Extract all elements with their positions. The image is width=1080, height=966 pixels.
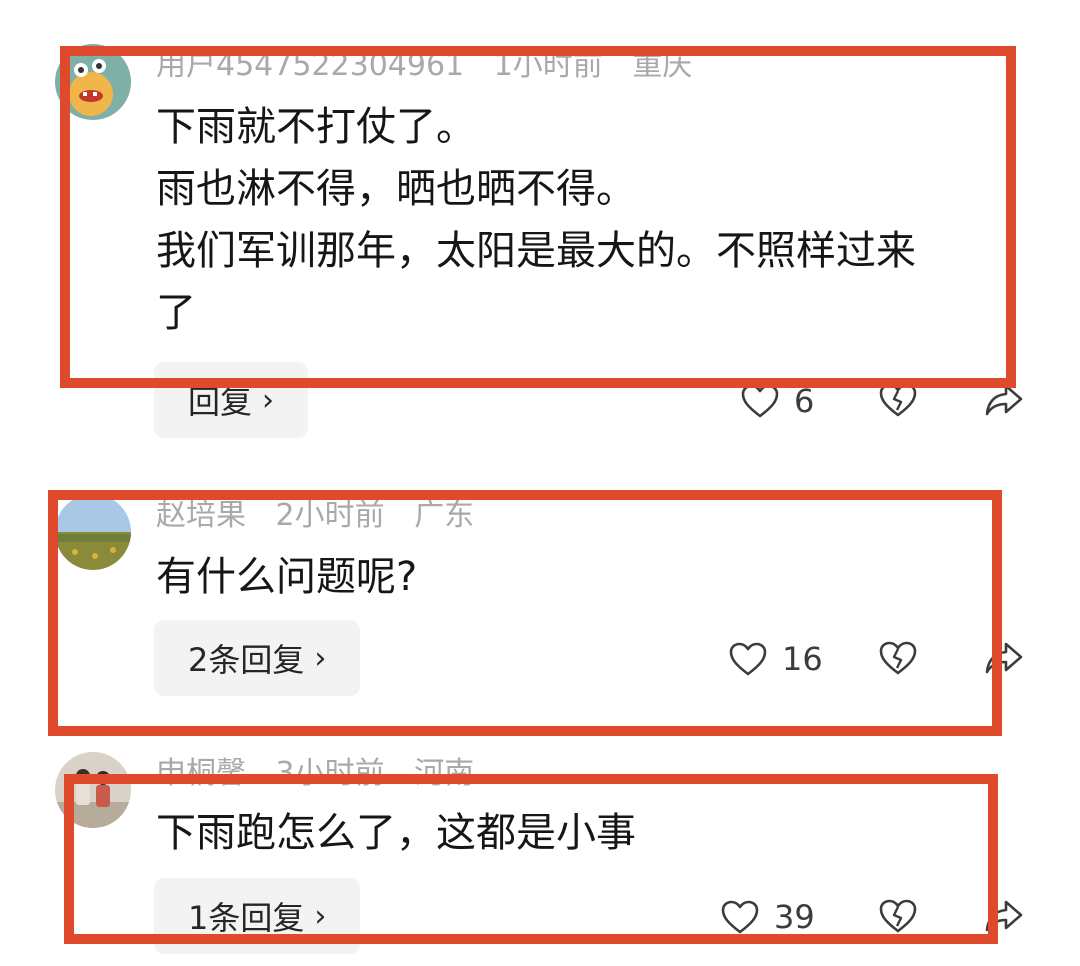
heart-outline-icon [741, 384, 779, 418]
avatar[interactable] [55, 44, 131, 120]
timestamp: 3小时前 [275, 756, 385, 791]
timestamp: 2小时前 [275, 498, 385, 533]
heart-outline-icon [721, 900, 759, 934]
dislike-button[interactable] [878, 382, 918, 418]
reply-label: 1条回复 [188, 899, 305, 937]
reply-button[interactable]: 2条回复 › [154, 620, 361, 696]
comment-list-page: 用户4547522304961 1小时前 重庆 下雨就不打仗了。 雨也淋不得，晒… [0, 0, 1080, 966]
reply-label: 回复 [188, 383, 253, 421]
dislike-button[interactable] [878, 640, 918, 676]
chevron-right-icon: › [314, 898, 327, 934]
comment-line: 雨也淋不得，晒也晒不得。 [156, 166, 636, 212]
like-count: 39 [774, 898, 815, 936]
location: 河南 [414, 756, 475, 791]
share-button[interactable] [984, 382, 1024, 418]
chevron-right-icon: › [314, 640, 327, 676]
broken-heart-icon [879, 641, 917, 675]
comment-line: 有什么问题呢? [156, 554, 418, 600]
comment-text: 有什么问题呢? [156, 546, 1006, 608]
landscape-avatar-image [55, 494, 131, 570]
timestamp: 1小时前 [493, 48, 603, 83]
like-button[interactable]: 39 [720, 898, 815, 936]
monster-avatar-image [55, 44, 131, 120]
comment-meta: 赵培果 2小时前 广东 [156, 498, 494, 534]
location: 重庆 [632, 48, 693, 83]
username[interactable]: 用户4547522304961 [156, 48, 464, 83]
username[interactable]: 赵培果 [156, 498, 246, 533]
reply-button[interactable]: 1条回复 › [154, 878, 361, 954]
share-button[interactable] [984, 898, 1024, 934]
chevron-right-icon: › [262, 382, 275, 418]
location: 广东 [414, 498, 475, 533]
like-button[interactable]: 6 [740, 382, 814, 420]
like-count: 6 [794, 382, 815, 420]
broken-heart-icon [879, 899, 917, 933]
comment-text: 下雨就不打仗了。 雨也淋不得，晒也晒不得。 我们军训那年，太阳是最大的。不照样过… [156, 96, 1006, 344]
reply-label: 2条回复 [188, 641, 305, 679]
avatar[interactable] [55, 752, 131, 828]
share-button[interactable] [984, 640, 1024, 676]
share-arrow-icon [985, 384, 1023, 416]
username[interactable]: 申桐馨 [156, 756, 246, 791]
reply-button[interactable]: 回复 › [154, 362, 309, 438]
like-count: 16 [782, 640, 823, 678]
comment-line: 了 [156, 290, 196, 336]
people-photo-avatar-image [55, 752, 131, 828]
comment-line: 下雨跑怎么了，这都是小事 [156, 810, 636, 856]
broken-heart-icon [879, 383, 917, 417]
comment-meta: 申桐馨 3小时前 河南 [156, 756, 494, 792]
share-arrow-icon [985, 642, 1023, 674]
comment-line: 我们军训那年，太阳是最大的。不照样过来 [156, 228, 916, 274]
comment-text: 下雨跑怎么了，这都是小事 [156, 802, 1006, 864]
share-arrow-icon [985, 900, 1023, 932]
comment-line: 下雨就不打仗了。 [156, 104, 476, 150]
avatar[interactable] [55, 494, 131, 570]
like-button[interactable]: 16 [728, 640, 823, 678]
heart-outline-icon [729, 642, 767, 676]
dislike-button[interactable] [878, 898, 918, 934]
comment-meta: 用户4547522304961 1小时前 重庆 [156, 48, 712, 84]
